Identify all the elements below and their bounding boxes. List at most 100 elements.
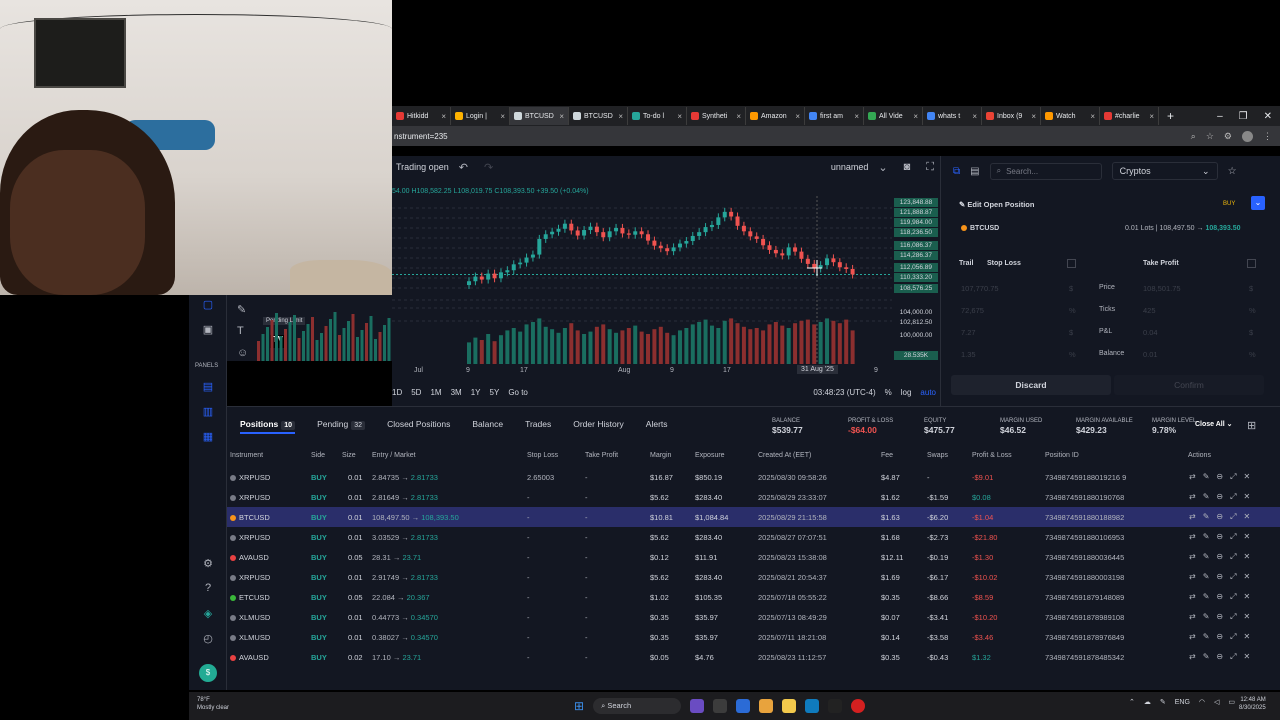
collapse-icon[interactable]: ⌄	[1251, 196, 1265, 210]
chrome-icon[interactable]	[759, 699, 774, 713]
scale-option[interactable]: auto	[920, 388, 940, 397]
close-icon[interactable]: ✕	[1244, 612, 1251, 622]
lang-label[interactable]: ENG	[1175, 699, 1190, 706]
layout-name[interactable]: unnamed	[831, 162, 869, 172]
stop-loss-field[interactable]: 1.35	[961, 350, 976, 359]
chart-tool-icon[interactable]: ▢	[199, 298, 217, 312]
range-button[interactable]: 1Y	[471, 388, 481, 397]
tab-close-icon[interactable]: ×	[618, 112, 623, 121]
close-icon[interactable]: ✕	[1244, 572, 1251, 582]
confirm-button[interactable]: Confirm	[1114, 375, 1264, 395]
take-profit-field[interactable]: 425	[1143, 306, 1156, 315]
symbol-search-input[interactable]: ⌕ Search...	[989, 162, 1102, 180]
calendar-app-icon[interactable]	[736, 699, 751, 713]
column-header[interactable]: Swaps	[927, 452, 948, 459]
table-row[interactable]: XRPUSD BUY 0.01 2.81649 → 2.81733 - - $5.62 $28…	[227, 487, 1280, 507]
column-header[interactable]: Position ID	[1045, 452, 1079, 459]
expand-icon[interactable]: ⤢	[1230, 512, 1236, 522]
menu-icon[interactable]: ⋮	[1263, 131, 1272, 142]
share-icon[interactable]: ⇄	[1189, 592, 1196, 602]
tab-close-icon[interactable]: ×	[559, 112, 564, 121]
app-icon[interactable]	[690, 699, 705, 713]
close-all-button[interactable]: Close All ⌄	[1195, 420, 1233, 428]
expand-icon[interactable]: ⤢	[1230, 472, 1236, 482]
range-button[interactable]: 1D	[392, 388, 402, 397]
extensions-icon[interactable]: ⚙	[1224, 131, 1232, 142]
edit-icon[interactable]: ✎	[1203, 612, 1210, 622]
redo-icon[interactable]: ↷	[484, 161, 499, 174]
take-profit-field[interactable]: 108,501.75	[1143, 284, 1181, 293]
calendar-icon[interactable]: ▣	[199, 323, 217, 337]
table-row[interactable]: XRPUSD BUY 0.01 3.03529 → 2.81733 - - $5.62 $28…	[227, 527, 1280, 547]
chevron-up-icon[interactable]: ⌃	[1129, 698, 1135, 706]
windows-start-icon[interactable]: ⊞	[574, 699, 584, 713]
reverse-icon[interactable]: ⊖	[1216, 652, 1223, 662]
edit-icon[interactable]: ✎	[1203, 652, 1210, 662]
close-window-button[interactable]: ✕	[1264, 111, 1272, 122]
terminal-icon[interactable]	[828, 699, 843, 713]
table-row[interactable]: XRPUSD BUY 0.01 2.91749 → 2.81733 - - $5.62 $28…	[227, 567, 1280, 587]
list-icon[interactable]: ▤	[970, 166, 979, 177]
table-row[interactable]: AVAUSD BUY 0.05 28.31 → 23.71 - - $0.12 $11.91 2…	[227, 547, 1280, 567]
edit-icon[interactable]: ✎	[1203, 492, 1210, 502]
tab-closed-positions[interactable]: Closed Positions	[387, 419, 450, 434]
tab-alerts[interactable]: Alerts	[646, 419, 668, 434]
tab-close-icon[interactable]: ×	[441, 112, 446, 121]
pencil-icon[interactable]: ✎	[237, 303, 246, 316]
tab-close-icon[interactable]: ×	[913, 112, 918, 121]
volume-icon[interactable]: ◁	[1214, 698, 1219, 706]
close-icon[interactable]: ✕	[1244, 472, 1251, 482]
browser-tab[interactable]: Amazon ×	[746, 107, 805, 125]
take-profit-field[interactable]: 0.01	[1143, 350, 1158, 359]
share-icon[interactable]: ⇄	[1189, 552, 1196, 562]
signal-icon[interactable]: ◈	[199, 607, 217, 621]
take-profit-field[interactable]: 0.04	[1143, 328, 1158, 337]
expand-icon[interactable]: ⤢	[1230, 612, 1236, 622]
tab-close-icon[interactable]: ×	[677, 112, 682, 121]
stop-loss-field[interactable]: 72,675	[961, 306, 984, 315]
close-icon[interactable]: ✕	[1244, 552, 1251, 562]
tab-close-icon[interactable]: ×	[1031, 112, 1036, 121]
browser-tab[interactable]: BTCUSD ×	[569, 107, 628, 125]
system-clock[interactable]: 12:48 AM 8/30/2025	[1239, 696, 1266, 712]
browser-tab[interactable]: whats t ×	[923, 107, 982, 125]
column-header[interactable]: Actions	[1188, 452, 1211, 459]
scale-option[interactable]: %	[885, 388, 892, 397]
browser-tab[interactable]: Hitkidd ×	[392, 107, 451, 125]
undo-icon[interactable]: ↶	[459, 161, 474, 174]
settings-icon[interactable]: ⚙	[199, 557, 217, 571]
reverse-icon[interactable]: ⊖	[1216, 472, 1223, 482]
file-explorer-icon[interactable]	[782, 699, 797, 713]
reverse-icon[interactable]: ⊖	[1216, 532, 1223, 542]
table-row[interactable]: ETCUSD BUY 0.05 22.084 → 20.367 - - $1.02 $105.…	[227, 587, 1280, 607]
emoji-icon[interactable]: ☺	[237, 347, 248, 359]
tab-balance[interactable]: Balance	[472, 419, 503, 434]
tab-positions[interactable]: Positions 10	[240, 419, 296, 434]
reverse-icon[interactable]: ⊖	[1216, 492, 1223, 502]
tab-trades[interactable]: Trades	[525, 419, 551, 434]
new-tab-button[interactable]: +	[1159, 109, 1182, 123]
zoom-icon[interactable]: ⌕	[1191, 131, 1196, 142]
expand-icon[interactable]: ⤢	[1230, 532, 1236, 542]
browser-tab[interactable]: All Vide ×	[864, 107, 923, 125]
tab-close-icon[interactable]: ×	[500, 112, 505, 121]
fullscreen-icon[interactable]: ⛶	[926, 161, 940, 174]
range-button[interactable]: 3M	[451, 388, 462, 397]
share-icon[interactable]: ⇄	[1189, 572, 1196, 582]
tab-pending[interactable]: Pending 32	[317, 419, 366, 434]
close-icon[interactable]: ✕	[1244, 652, 1251, 662]
expand-icon[interactable]: ⤢	[1230, 632, 1236, 642]
category-select[interactable]: Cryptos ⌄	[1111, 162, 1218, 180]
edit-icon[interactable]: ✎	[1203, 512, 1210, 522]
range-button[interactable]: 1M	[430, 388, 441, 397]
browser-tab[interactable]: first am ×	[805, 107, 864, 125]
stop-loss-field[interactable]: 7.27	[961, 328, 976, 337]
clock-icon[interactable]: ◴	[199, 632, 217, 646]
close-icon[interactable]: ✕	[1244, 512, 1251, 522]
column-header[interactable]: Size	[342, 452, 356, 459]
weather-widget[interactable]: 78°F Mostly clear	[197, 696, 229, 712]
table-row[interactable]: BTCUSD BUY 0.01 108,497.50 → 108,393.50- - $1…	[227, 507, 1280, 527]
chevron-down-icon[interactable]: ⌄	[878, 161, 893, 174]
grid-icon[interactable]: ⊞	[1247, 419, 1256, 432]
edit-icon[interactable]: ✎	[1203, 532, 1210, 542]
